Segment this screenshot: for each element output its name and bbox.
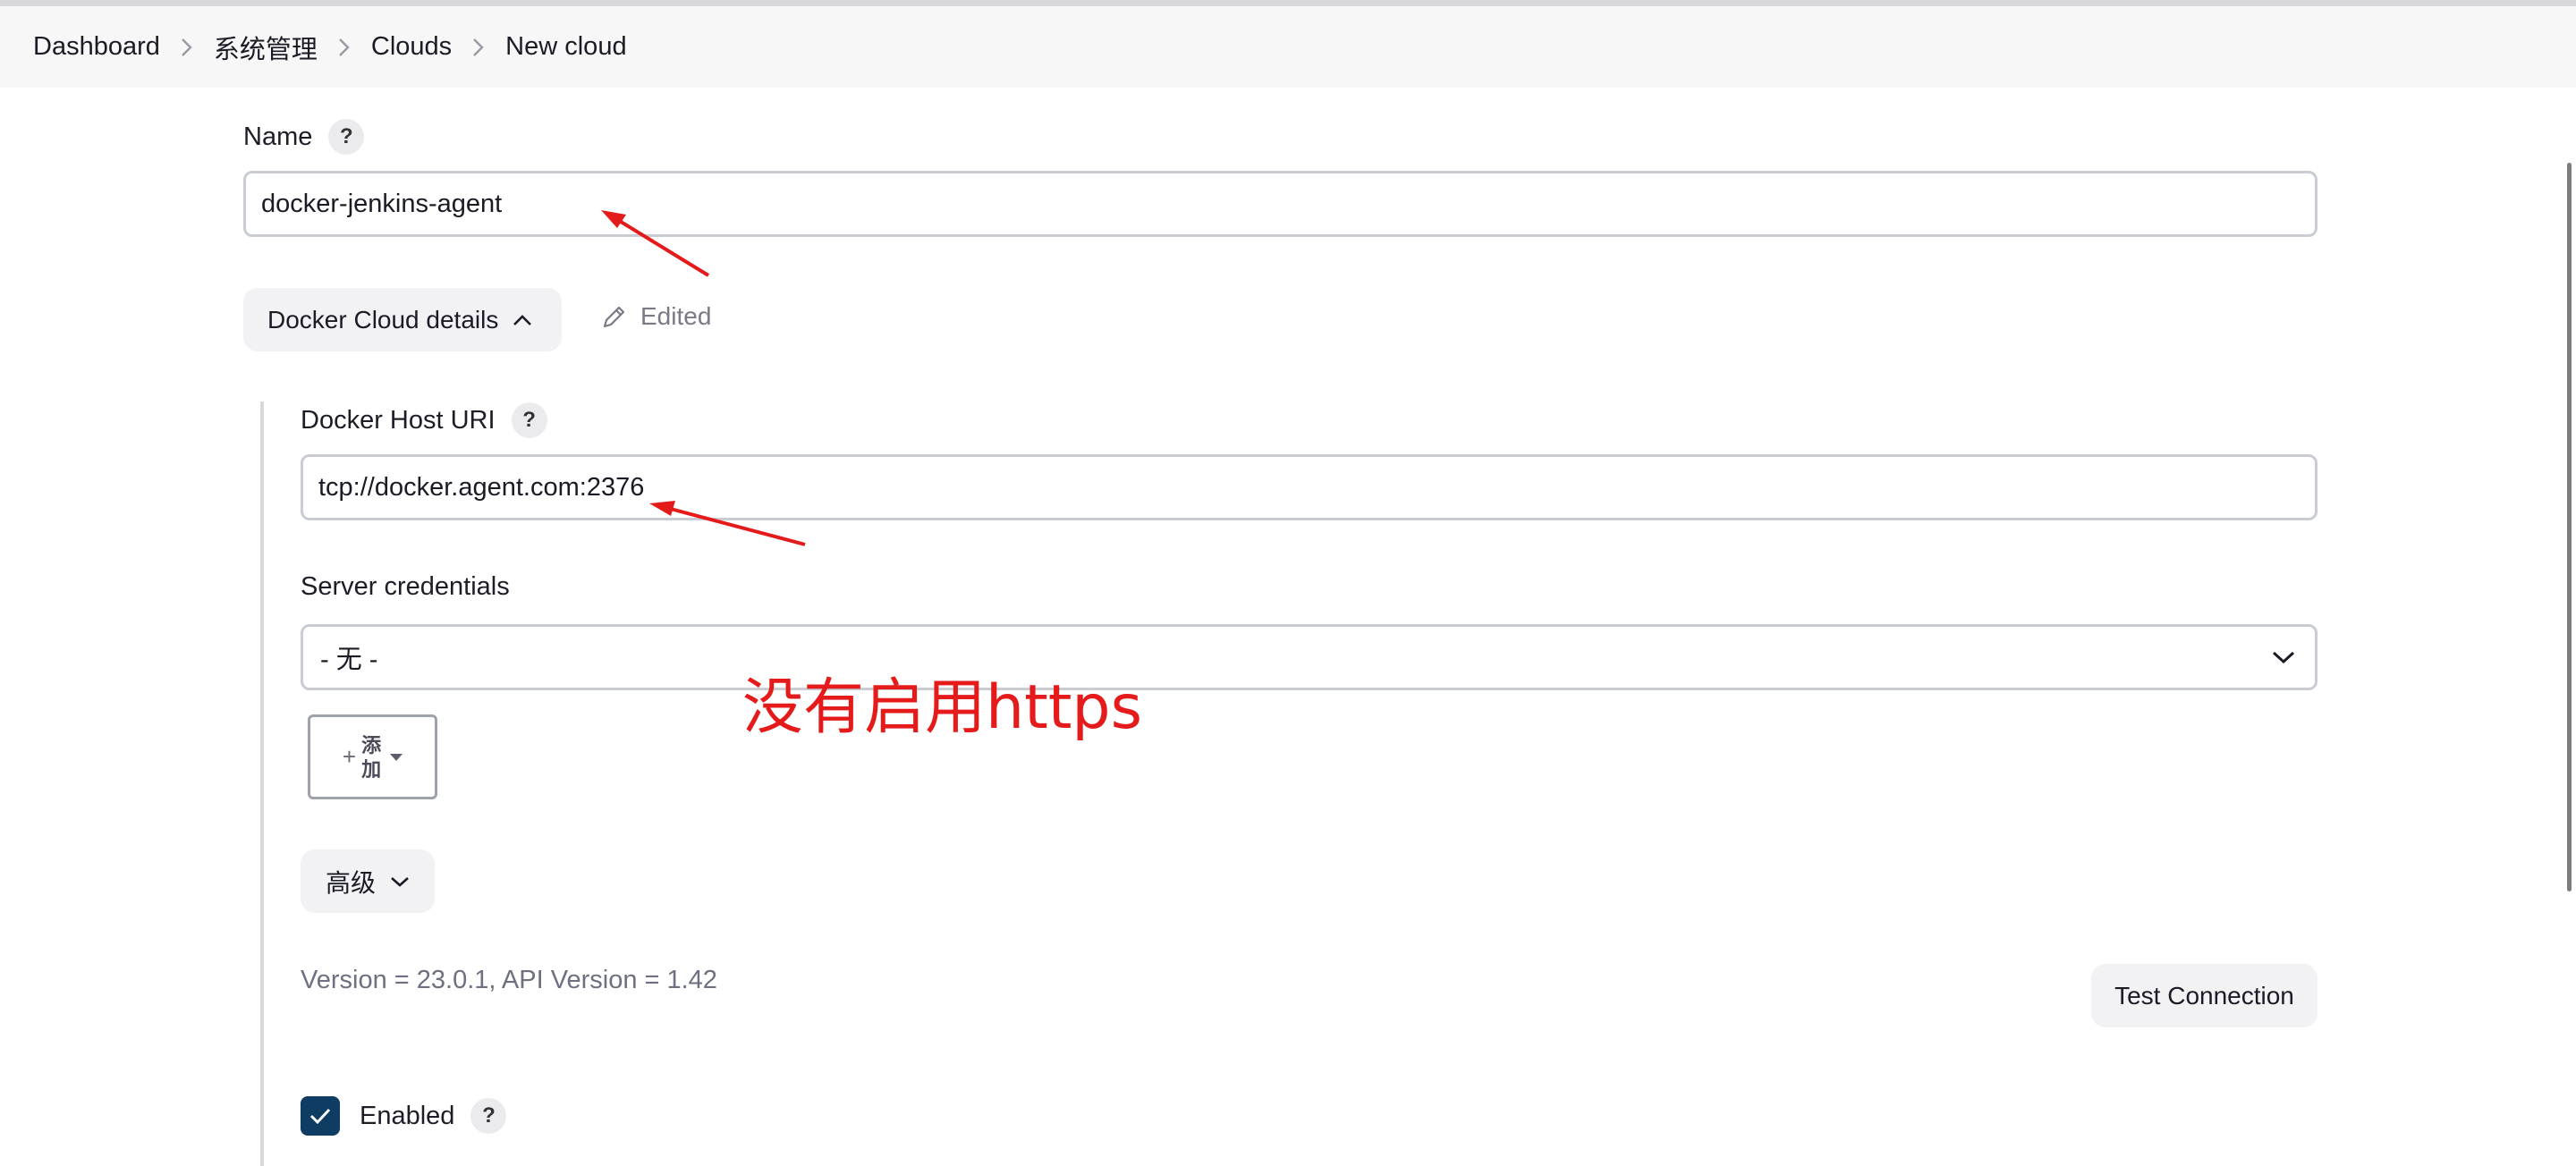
arrow-to-name-input: [601, 210, 710, 277]
arrow-to-docker-host-uri: [649, 501, 806, 546]
annotation-arrows: [601, 210, 806, 546]
annotation-text: 没有启用https: [742, 672, 1143, 743]
scrollbar-thumb[interactable]: [2567, 163, 2572, 891]
